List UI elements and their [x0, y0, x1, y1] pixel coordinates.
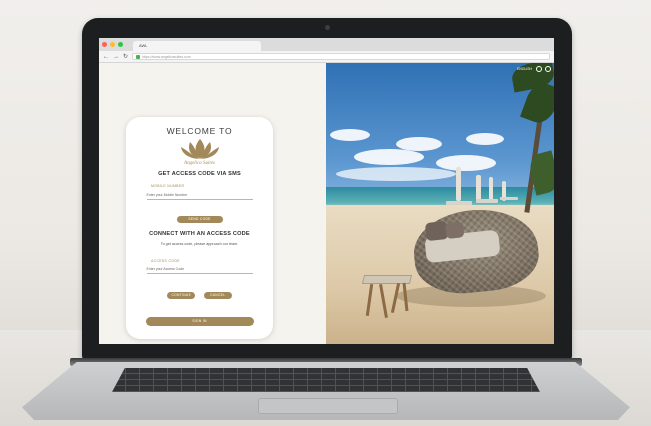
webcam — [325, 25, 330, 30]
mobile-number-label: MOBILE NUMBER — [151, 184, 185, 188]
mobile-number-input[interactable]: Enter your Mobile Number — [146, 193, 253, 200]
reload-icon[interactable]: ↻ — [123, 54, 128, 60]
welcome-heading: WELCOME TO — [166, 126, 233, 136]
close-window-button[interactable] — [102, 42, 107, 47]
login-card: WELCOME TO Angelica Suites GET ACCESS CO… — [126, 117, 273, 339]
login-pane: WELCOME TO Angelica Suites GET ACCESS CO… — [99, 63, 326, 344]
laptop-lid: AWL ← → ↻ https://www.angelicasuites.com… — [82, 18, 572, 360]
browser-tab-bar: AWL — [99, 38, 554, 51]
beach-umbrella — [476, 175, 481, 201]
info-icon[interactable] — [536, 66, 542, 72]
sunbed — [500, 197, 518, 200]
url-text: https://www.angelicasuites.com — [142, 54, 191, 59]
language-selector[interactable]: ENGLISH — [517, 67, 532, 71]
trackpad — [258, 398, 398, 414]
maximize-window-button[interactable] — [118, 42, 123, 47]
beach-umbrella — [489, 177, 493, 201]
access-code-input[interactable]: Enter your Access Code — [146, 267, 253, 274]
cancel-button[interactable]: CANCEL — [203, 292, 232, 299]
cloud — [436, 155, 496, 171]
sunbed — [446, 201, 472, 205]
minimize-window-button[interactable] — [110, 42, 115, 47]
daybed-pillow — [444, 221, 465, 240]
beach-umbrella — [456, 167, 461, 201]
sunbed — [476, 199, 498, 203]
cloud — [354, 149, 424, 165]
send-code-button[interactable]: SEND CODE — [176, 216, 223, 223]
laptop-keyboard — [112, 368, 540, 392]
browser-tab[interactable]: AWL — [133, 41, 261, 51]
continue-button[interactable]: CONTINUE — [167, 292, 196, 299]
access-code-label: ACCESS CODE — [151, 259, 180, 263]
help-icon[interactable] — [545, 66, 551, 72]
address-bar-row: ← → ↻ https://www.angelicasuites.com — [99, 51, 554, 63]
cloud — [396, 137, 442, 151]
access-code-info: To get access code, please approach our … — [160, 242, 239, 246]
sign-in-button[interactable]: SIGN IN — [145, 317, 254, 326]
laptop-screen: AWL ← → ↻ https://www.angelicasuites.com… — [99, 38, 554, 344]
back-arrow-icon[interactable]: ← — [103, 54, 109, 60]
secure-lock-icon — [136, 54, 141, 59]
sms-section-title: GET ACCESS CODE VIA SMS — [158, 171, 241, 177]
cloud — [466, 133, 504, 145]
url-field[interactable]: https://www.angelicasuites.com — [132, 53, 550, 60]
brand-name: Angelica Suites — [184, 161, 215, 166]
beach-hero-image: ENGLISH — [326, 63, 554, 344]
cloud — [330, 129, 370, 141]
forward-arrow-icon[interactable]: → — [113, 54, 119, 60]
access-code-section-title: CONNECT WITH AN ACCESS CODE — [149, 231, 250, 237]
page-content: WELCOME TO Angelica Suites GET ACCESS CO… — [99, 63, 554, 344]
cloud — [336, 167, 456, 181]
lotus-logo-icon — [180, 139, 219, 159]
